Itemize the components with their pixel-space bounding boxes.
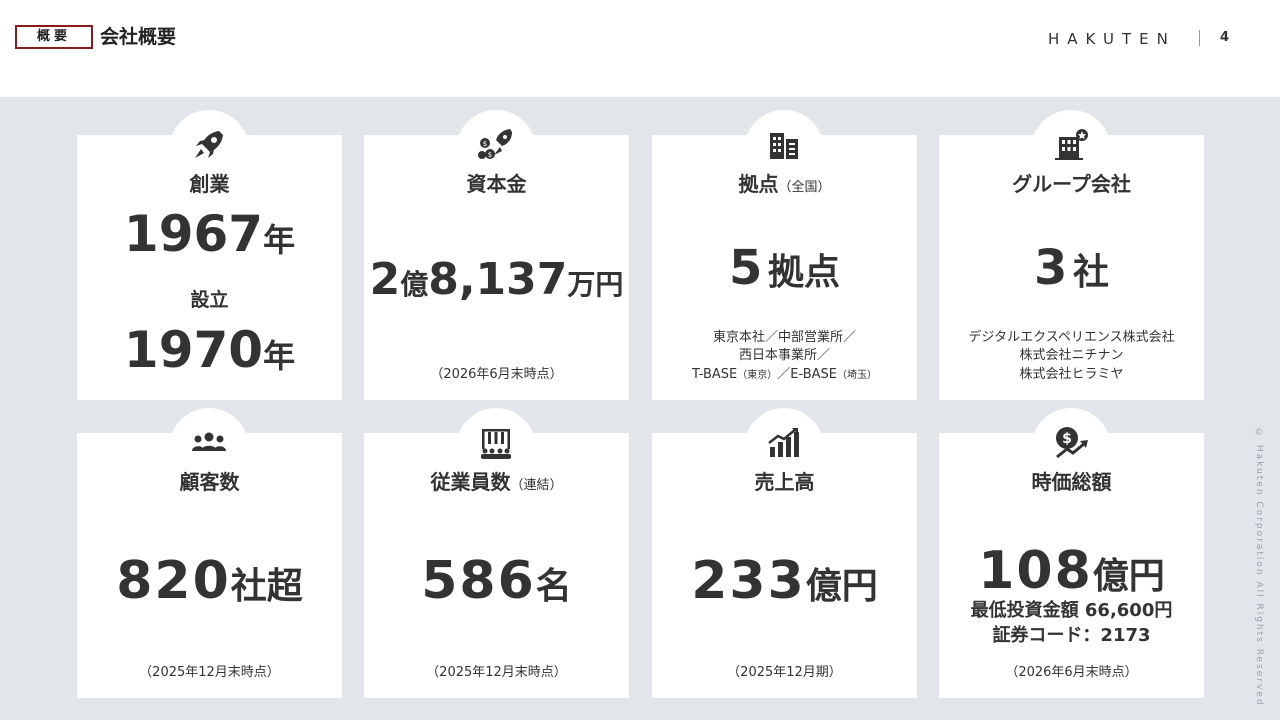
buildings-icon xyxy=(764,125,804,165)
locations-note-2: 西日本事業所／ xyxy=(738,348,830,363)
page-title: 会社概要 xyxy=(100,26,177,48)
card-title: 創業 xyxy=(189,172,230,196)
group-building-icon xyxy=(1051,125,1091,165)
card-group-companies: グループ会社 3 社 デジタルエクスペリエンス株式会社 株式会社ニチナン 株式会… xyxy=(939,110,1204,400)
section-tag: 概要 xyxy=(15,25,93,49)
card-capital: $ $ 資本金 2億8,137万円 （2026年6月末時点） xyxy=(364,110,629,400)
group-note-2: 株式会社ニチナン xyxy=(1019,348,1124,363)
card-title: 顧客数 xyxy=(179,470,240,494)
locations-note-1: 東京本社／中部営業所／ xyxy=(712,330,856,345)
employees-note: （2025年12月末時点） xyxy=(426,665,567,680)
page-number: 4 xyxy=(1220,30,1230,45)
header: 概要 会社概要 HAKUTEN 4 xyxy=(0,0,1280,97)
locations-note-3: T-BASE（東京）／E-BASE（埼玉） xyxy=(692,367,877,382)
market-cap-value: 108億円 xyxy=(978,541,1165,601)
locations-value: 5 拠点 xyxy=(729,240,840,296)
card-founded: 創業 1967年 設立 1970年 xyxy=(77,110,342,400)
copyright: © Hakuten Corporation All Rights Reserve… xyxy=(1254,428,1264,707)
card-title: 資本金 xyxy=(466,172,527,196)
card-title: グループ会社 xyxy=(1012,172,1131,196)
established-value: 1970年 xyxy=(123,321,296,379)
card-title: 売上高 xyxy=(754,470,815,494)
capital-note: （2026年6月末時点） xyxy=(430,367,563,382)
established-label: 設立 xyxy=(190,289,229,311)
card-locations: 拠点（全国） 5 拠点 東京本社／中部営業所／ 西日本事業所／ T-BASE（東… xyxy=(652,110,917,400)
card-title: 拠点（全国） xyxy=(738,172,831,196)
sales-note: （2025年12月期） xyxy=(727,665,842,680)
growth-chart-icon xyxy=(764,423,804,463)
customers-note: （2025年12月末時点） xyxy=(139,665,280,680)
market-cap-note: （2026年6月末時点） xyxy=(1005,665,1138,680)
group-note-3: 株式会社ヒラミヤ xyxy=(1019,367,1124,382)
card-sales: 売上高 233億円 （2025年12月期） xyxy=(652,408,917,698)
card-title: 従業員数（連結） xyxy=(430,470,563,494)
sales-value: 233億円 xyxy=(691,551,878,611)
svg-text:$: $ xyxy=(483,140,487,148)
group-value: 3 社 xyxy=(1034,240,1109,296)
logo-divider xyxy=(1199,30,1200,46)
employees-icon xyxy=(476,423,516,463)
employees-value: 586名 xyxy=(421,551,572,611)
minimum-investment: 最低投資金額 66,600円 xyxy=(970,600,1173,621)
svg-text:$: $ xyxy=(488,151,492,159)
money-trend-icon: $ xyxy=(1051,423,1091,463)
rocket-money-icon: $ $ xyxy=(476,125,516,165)
people-icon xyxy=(189,423,229,463)
card-employees: 従業員数（連結） 586名 （2025年12月末時点） xyxy=(364,408,629,698)
card-title: 時価総額 xyxy=(1031,470,1112,494)
svg-text:$: $ xyxy=(1062,431,1072,447)
card-market-cap: $ 時価総額 108億円 最低投資金額 66,600円 証券コード：2173 （… xyxy=(939,408,1204,698)
rocket-icon xyxy=(189,125,229,165)
customers-value: 820社超 xyxy=(116,551,303,611)
group-note-1: デジタルエクスペリエンス株式会社 xyxy=(968,330,1175,345)
card-customers: 顧客数 820社超 （2025年12月末時点） xyxy=(77,408,342,698)
company-logo: HAKUTEN xyxy=(1048,30,1176,48)
founded-value: 1967年 xyxy=(123,205,296,263)
capital-value: 2億8,137万円 xyxy=(369,254,624,305)
securities-code: 証券コード：2173 xyxy=(992,625,1151,646)
